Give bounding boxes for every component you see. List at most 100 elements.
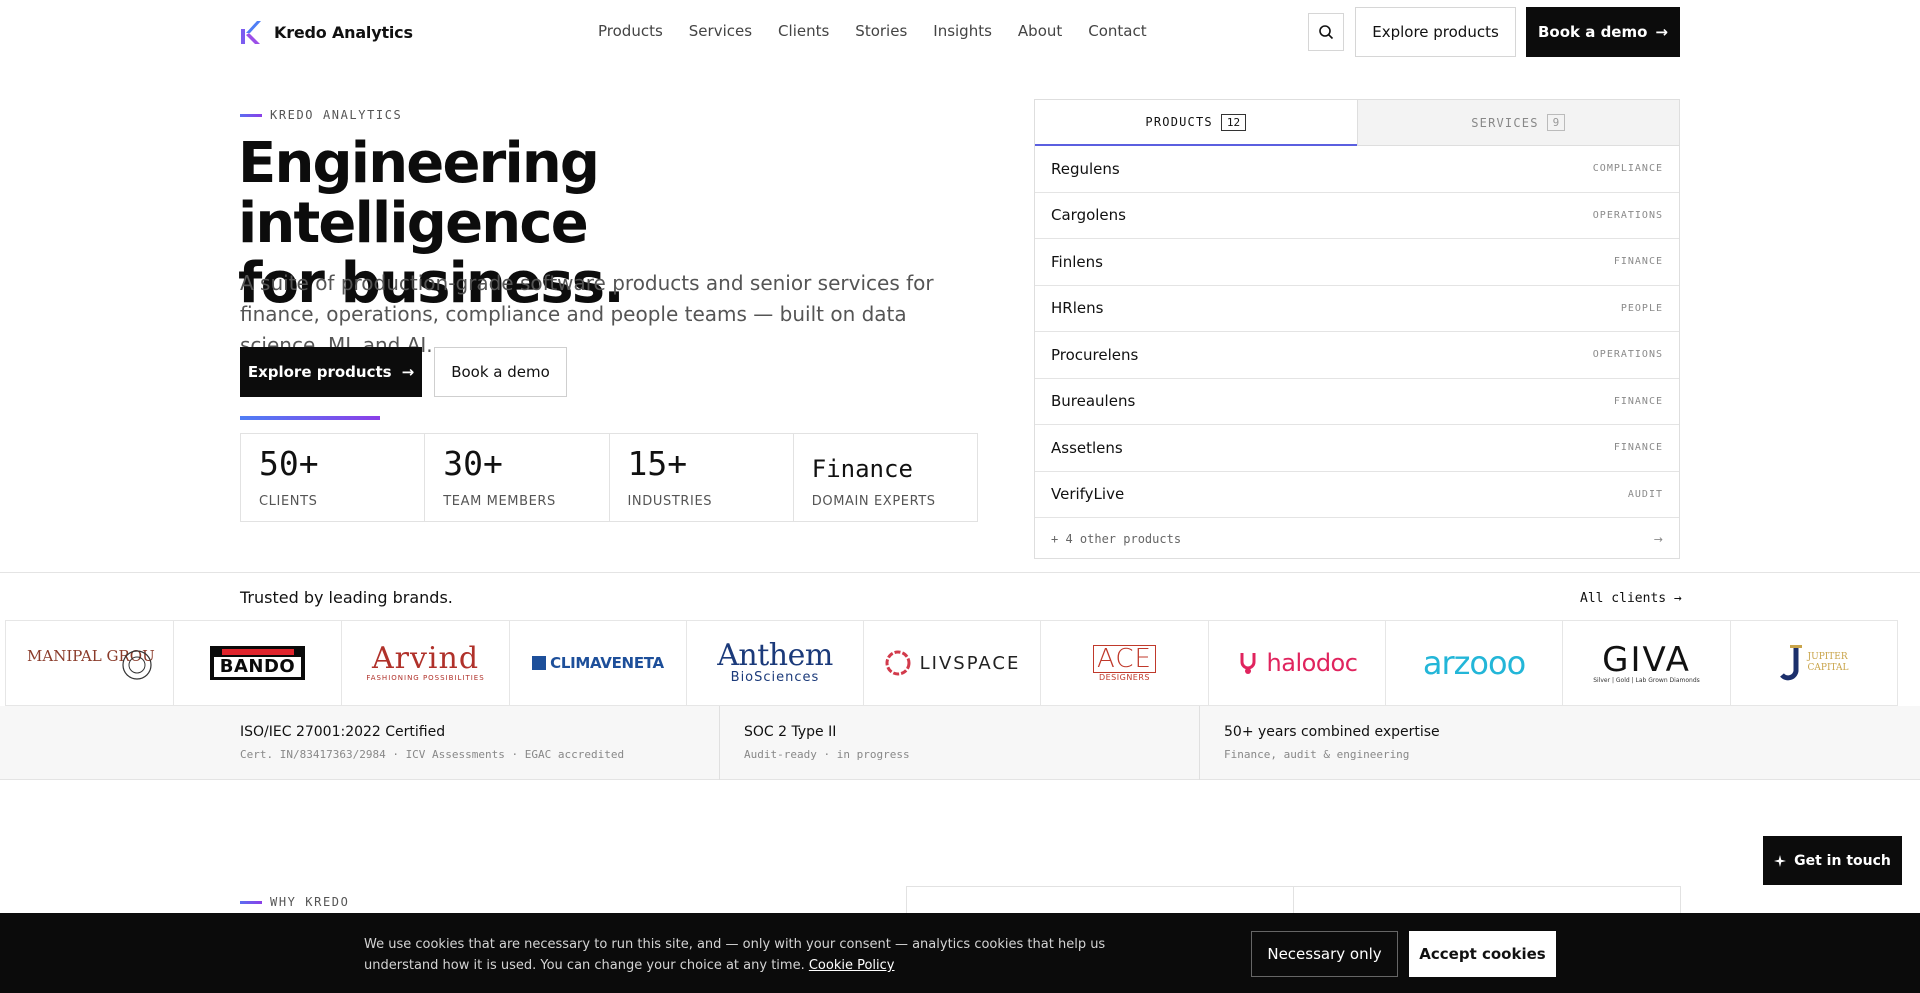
stat-label: TEAM MEMBERS	[443, 494, 556, 509]
product-row-cargolens[interactable]: Cargolens OPERATIONS	[1035, 193, 1679, 239]
stat-industries: 15+ INDUSTRIES	[610, 434, 794, 521]
product-row-regulens[interactable]: Regulens COMPLIANCE	[1035, 146, 1679, 193]
client-logo-anthem: Anthem BioSciences	[686, 621, 863, 705]
accept-cookies-button[interactable]: Accept cookies	[1409, 931, 1556, 977]
stethoscope-icon	[1240, 653, 1256, 674]
tab-count-badge: 12	[1220, 113, 1247, 131]
livspace-logo: LIVSPACE	[884, 649, 1021, 677]
product-row-verifylive[interactable]: VerifyLive AUDIT	[1035, 472, 1679, 518]
hero-explore-products-button[interactable]: Explore products →	[240, 347, 422, 397]
main-nav: Products Services Clients Stories Insigh…	[598, 22, 1147, 40]
arvind-logo: Arvind FASHIONING POSSIBILITIES	[366, 641, 485, 683]
stats-grid: 50+ CLIENTS 30+ TEAM MEMBERS 15+ INDUSTR…	[240, 433, 978, 522]
product-category-tag: OPERATIONS	[1592, 209, 1663, 221]
cert-soc2: SOC 2 Type II Audit-ready · in progress	[744, 706, 910, 780]
arrow-right-icon: →	[1655, 23, 1668, 41]
nav-insights[interactable]: Insights	[933, 22, 992, 40]
nav-products[interactable]: Products	[598, 22, 663, 40]
necessary-only-button[interactable]: Necessary only	[1251, 931, 1398, 977]
client-logo-ace: ACE DESIGNERS	[1040, 621, 1208, 705]
client-logo-halodoc: halodoc	[1208, 621, 1385, 705]
client-logo-jupiter: JUPITER CAPITAL	[1730, 621, 1898, 705]
cert-title: SOC 2 Type II	[744, 724, 837, 740]
tab-label: PRODUCTS	[1145, 115, 1213, 129]
client-logo-arvind: Arvind FASHIONING POSSIBILITIES	[341, 621, 509, 705]
product-name: HRlens	[1051, 299, 1104, 318]
stat-value: Finance	[811, 455, 913, 483]
hero-title-line1: Engineering intelligence	[238, 131, 600, 256]
nav-stories[interactable]: Stories	[855, 22, 907, 40]
stat-value: 15+	[627, 444, 688, 483]
client-logo-strip: MANIPAL GROUP BANDO Arvind FASHIONING PO…	[5, 620, 1898, 706]
cert-divider	[719, 706, 720, 780]
nav-clients[interactable]: Clients	[778, 22, 829, 40]
product-name: VerifyLive	[1051, 485, 1125, 504]
product-category-tag: FINANCE	[1613, 256, 1663, 268]
product-name: Cargolens	[1051, 206, 1126, 225]
product-row-procurelens[interactable]: Procurelens OPERATIONS	[1035, 332, 1679, 379]
product-name: Procurelens	[1051, 345, 1139, 364]
header-explore-products-button[interactable]: Explore products	[1355, 7, 1516, 57]
cert-subtitle: Finance, audit & engineering	[1224, 748, 1410, 761]
client-logo-bando: BANDO	[173, 621, 341, 705]
hero-book-demo-button[interactable]: Book a demo	[434, 347, 567, 397]
manipal-logo: MANIPAL GROUP	[27, 647, 155, 680]
client-logo-giva: GIVA Silver | Gold | Lab Grown Diamonds	[1562, 621, 1730, 705]
jupiter-capital-logo: JUPITER CAPITAL	[1779, 643, 1848, 683]
arrow-right-icon: →	[1653, 532, 1663, 546]
cookie-banner: We use cookies that are necessary to run…	[0, 913, 1920, 993]
certifications-bar: ISO/IEC 27001:2022 Certified Cert. IN/83…	[0, 706, 1920, 780]
product-name: Regulens	[1051, 159, 1120, 178]
nav-about[interactable]: About	[1018, 22, 1062, 40]
livspace-mark-icon	[885, 650, 911, 676]
cookie-text: We use cookies that are necessary to run…	[364, 934, 1124, 976]
tab-products[interactable]: PRODUCTS 12	[1035, 100, 1357, 146]
eyebrow-accent-bar	[240, 113, 262, 117]
client-logo-arzooo: arzooo	[1385, 621, 1562, 705]
site-header: Kredo Analytics Products Services Client…	[0, 0, 1920, 64]
all-clients-link[interactable]: All clients →	[1580, 591, 1682, 606]
brand-logo[interactable]: Kredo Analytics	[240, 19, 413, 45]
products-panel: PRODUCTS 12 SERVICES 9 Regulens COMPLIAN…	[1034, 99, 1680, 559]
get-in-touch-button[interactable]: Get in touch	[1763, 836, 1902, 885]
product-row-hrlens[interactable]: HRlens PEOPLE	[1035, 286, 1679, 332]
nav-services[interactable]: Services	[689, 22, 752, 40]
stat-label: CLIENTS	[259, 494, 318, 509]
stat-team: 30+ TEAM MEMBERS	[425, 434, 610, 521]
why-eyebrow-text: WHY KREDO	[270, 895, 350, 909]
cookie-policy-link[interactable]: Cookie Policy	[809, 958, 895, 973]
cert-title: 50+ years combined expertise	[1224, 724, 1440, 740]
tab-label: SERVICES	[1471, 115, 1539, 130]
cookie-message: We use cookies that are necessary to run…	[364, 937, 1106, 973]
product-row-assetlens[interactable]: Assetlens FINANCE	[1035, 425, 1679, 472]
why-eyebrow: WHY KREDO	[240, 895, 349, 909]
product-row-bureaulens[interactable]: Bureaulens FINANCE	[1035, 379, 1679, 425]
search-button[interactable]	[1308, 13, 1344, 51]
product-name: Assetlens	[1051, 438, 1123, 457]
panel-tabs: PRODUCTS 12 SERVICES 9	[1035, 100, 1679, 146]
trusted-title: Trusted by leading brands.	[240, 588, 453, 607]
bando-logo: BANDO	[209, 646, 306, 680]
halodoc-logo: halodoc	[1237, 649, 1358, 677]
client-logo-climaveneta: CLIMAVENETA	[509, 621, 686, 705]
eyebrow-accent-bar	[240, 900, 262, 904]
hero-eyebrow: KREDO ANALYTICS	[240, 108, 402, 122]
product-row-finlens[interactable]: Finlens FINANCE	[1035, 239, 1679, 286]
client-logo-manipal: MANIPAL GROUP	[5, 621, 173, 705]
header-book-demo-label: Book a demo	[1537, 23, 1648, 41]
section-divider	[0, 572, 1920, 573]
kredo-k-logo-icon	[241, 21, 261, 44]
product-name: Finlens	[1051, 252, 1103, 271]
other-products-link[interactable]: + 4 other products →	[1035, 518, 1679, 560]
nav-contact[interactable]: Contact	[1088, 22, 1146, 40]
sparkle-icon	[1774, 854, 1787, 867]
stat-clients: 50+ CLIENTS	[241, 434, 426, 521]
product-category-tag: FINANCE	[1613, 395, 1663, 407]
cert-subtitle: Audit-ready · in progress	[744, 748, 910, 761]
stats-accent-bar	[240, 416, 380, 420]
anthem-logo: Anthem BioSciences	[717, 637, 833, 685]
cert-iso: ISO/IEC 27001:2022 Certified Cert. IN/83…	[240, 706, 624, 780]
header-book-demo-button[interactable]: Book a demo →	[1526, 7, 1680, 57]
tab-services[interactable]: SERVICES 9	[1356, 100, 1679, 146]
cert-divider	[1199, 706, 1200, 780]
